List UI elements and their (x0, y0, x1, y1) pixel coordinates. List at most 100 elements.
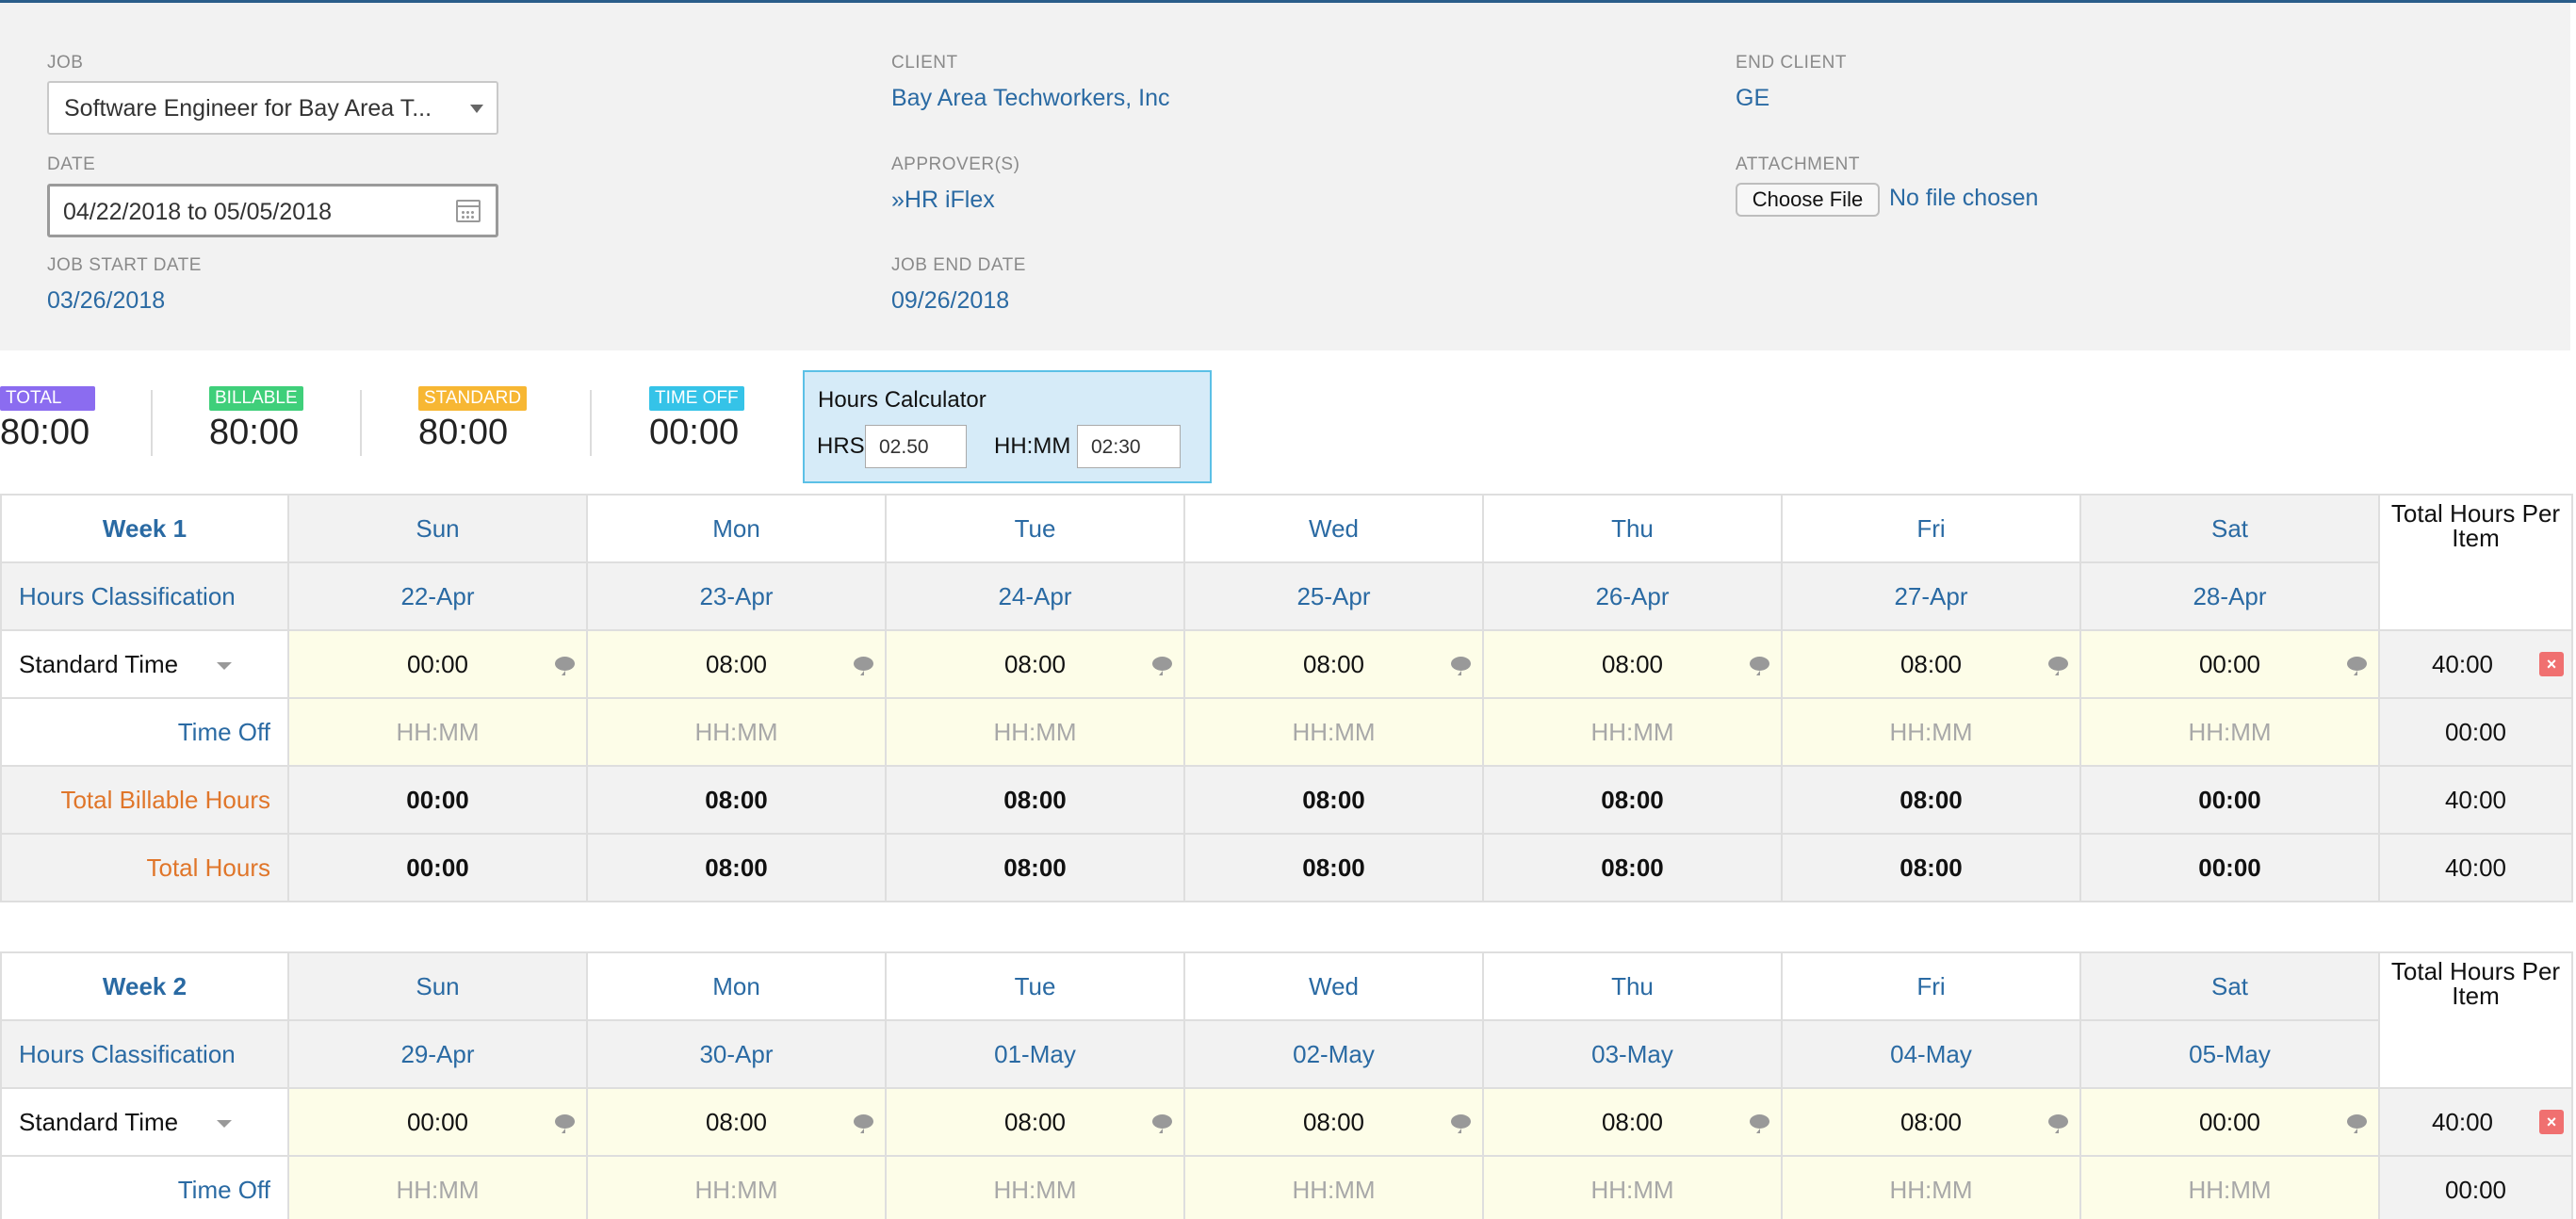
day-header: Tue (885, 951, 1185, 1021)
approvers-label: APPROVER(S) (891, 154, 1020, 174)
delete-row-icon[interactable]: × (2539, 1110, 2564, 1134)
hours-value: 08:00 (705, 649, 768, 678)
approver-link[interactable]: »HR iFlex (891, 187, 995, 214)
summary-time-off: TIME OFF 00:00 (649, 386, 744, 453)
classification-select[interactable]: Standard Time (0, 629, 289, 699)
hours-input[interactable]: 08:00 (1781, 629, 2081, 699)
job-select[interactable]: Software Engineer for Bay Area T... (47, 81, 498, 135)
time-off-input[interactable]: HH:MM (1781, 697, 2081, 767)
day-header: Fri (1781, 494, 2081, 563)
divider (360, 390, 362, 456)
hours-input[interactable]: 08:00 (885, 1087, 1185, 1157)
comment-icon[interactable] (1451, 1114, 1471, 1133)
timesheet-info-panel (0, 3, 2570, 350)
time-off-input[interactable]: HH:MM (586, 1155, 887, 1219)
date-header: 30-Apr (586, 1019, 887, 1089)
row-total: 40:00 × (2378, 1087, 2573, 1157)
classification-value: Standard Time (19, 649, 179, 678)
date-range-input[interactable]: 04/22/2018 to 05/05/2018 (47, 184, 498, 237)
day-header: Sun (287, 494, 588, 563)
time-off-input[interactable]: HH:MM (885, 697, 1185, 767)
time-off-input[interactable]: HH:MM (287, 1155, 588, 1219)
comment-icon[interactable] (1451, 657, 1471, 675)
comment-icon[interactable] (2048, 657, 2068, 675)
week-title: Week 1 (0, 494, 289, 563)
hours-input[interactable]: 00:00 (287, 629, 588, 699)
hours-input[interactable]: 08:00 (1482, 629, 1783, 699)
date-header: 02-May (1183, 1019, 1484, 1089)
comment-icon[interactable] (1750, 657, 1769, 675)
billable-value: 80:00 (209, 413, 300, 452)
hhmm-input[interactable]: 02:30 (1077, 425, 1181, 468)
time-off-input[interactable]: HH:MM (586, 697, 887, 767)
hours-input[interactable]: 08:00 (1183, 1087, 1484, 1157)
hours-input[interactable]: 08:00 (885, 629, 1185, 699)
delete-row-icon[interactable]: × (2539, 652, 2564, 676)
date-header: 23-Apr (586, 561, 887, 631)
comment-icon[interactable] (1152, 1114, 1172, 1133)
time-off-input[interactable]: HH:MM (2079, 1155, 2380, 1219)
classification-value: Standard Time (19, 1107, 179, 1136)
time-off-input[interactable]: HH:MM (1482, 1155, 1783, 1219)
time-off-input[interactable]: HH:MM (1482, 697, 1783, 767)
hours-input[interactable]: 08:00 (1781, 1087, 2081, 1157)
hours-input[interactable]: 08:00 (586, 1087, 887, 1157)
day-header: Thu (1482, 494, 1783, 563)
time-off-input[interactable]: HH:MM (1183, 1155, 1484, 1219)
hours-input[interactable]: 00:00 (2079, 1087, 2380, 1157)
end-client-label: END CLIENT (1736, 53, 1847, 73)
calculator-title: Hours Calculator (818, 387, 986, 413)
hours-value: 00:00 (2198, 649, 2261, 678)
row-total: 40:00 × (2378, 629, 2573, 699)
comment-icon[interactable] (854, 1114, 873, 1133)
comment-icon[interactable] (2347, 657, 2367, 675)
choose-file-button[interactable]: Choose File (1736, 183, 1880, 217)
comment-icon[interactable] (854, 657, 873, 675)
date-header: 03-May (1482, 1019, 1783, 1089)
hours-input[interactable]: 08:00 (1183, 629, 1484, 699)
time-off-input[interactable]: HH:MM (1183, 697, 1484, 767)
row-total-value: 40:00 (2431, 1107, 2494, 1136)
day-header: Mon (586, 494, 887, 563)
comment-icon[interactable] (2347, 1114, 2367, 1133)
billable-cell: 00:00 (2079, 765, 2380, 835)
time-off-input[interactable]: HH:MM (1781, 1155, 2081, 1219)
attachment-label: ATTACHMENT (1736, 154, 1861, 174)
comment-icon[interactable] (1750, 1114, 1769, 1133)
comment-icon[interactable] (2048, 1114, 2068, 1133)
classification-select[interactable]: Standard Time (0, 1087, 289, 1157)
row-total: 40:00 (2378, 765, 2573, 835)
summary-total: TOTAL 80:00 (0, 386, 96, 453)
time-off-badge: TIME OFF (649, 386, 744, 411)
hours-value: 08:00 (1003, 1107, 1067, 1136)
hrs-label: HRS (817, 433, 865, 459)
calendar-icon[interactable] (456, 200, 481, 222)
comment-icon[interactable] (555, 1114, 575, 1133)
time-off-input[interactable]: HH:MM (287, 697, 588, 767)
day-header: Fri (1781, 951, 2081, 1021)
hours-input[interactable]: 00:00 (287, 1087, 588, 1157)
comment-icon[interactable] (1152, 657, 1172, 675)
date-header: 25-Apr (1183, 561, 1484, 631)
day-header: Sat (2079, 951, 2380, 1021)
time-off-input[interactable]: HH:MM (2079, 697, 2380, 767)
hours-value: 08:00 (1302, 649, 1365, 678)
row-total: 40:00 (2378, 833, 2573, 902)
hours-value: 08:00 (1899, 1107, 1963, 1136)
hours-input[interactable]: 00:00 (2079, 629, 2380, 699)
billable-badge: BILLABLE (209, 386, 303, 411)
hours-value: 08:00 (705, 1107, 768, 1136)
hours-classification-header: Hours Classification (0, 1019, 289, 1089)
hours-input[interactable]: 08:00 (1482, 1087, 1783, 1157)
time-off-value: 00:00 (649, 413, 740, 452)
comment-icon[interactable] (555, 657, 575, 675)
hours-input[interactable]: 08:00 (586, 629, 887, 699)
total-cell: 08:00 (586, 833, 887, 902)
hrs-input[interactable]: 02.50 (865, 425, 967, 468)
date-header: 24-Apr (885, 561, 1185, 631)
standard-value: 80:00 (418, 413, 509, 452)
total-cell: 08:00 (1183, 833, 1484, 902)
divider (151, 390, 153, 456)
chevron-down-icon (217, 1120, 232, 1128)
time-off-input[interactable]: HH:MM (885, 1155, 1185, 1219)
